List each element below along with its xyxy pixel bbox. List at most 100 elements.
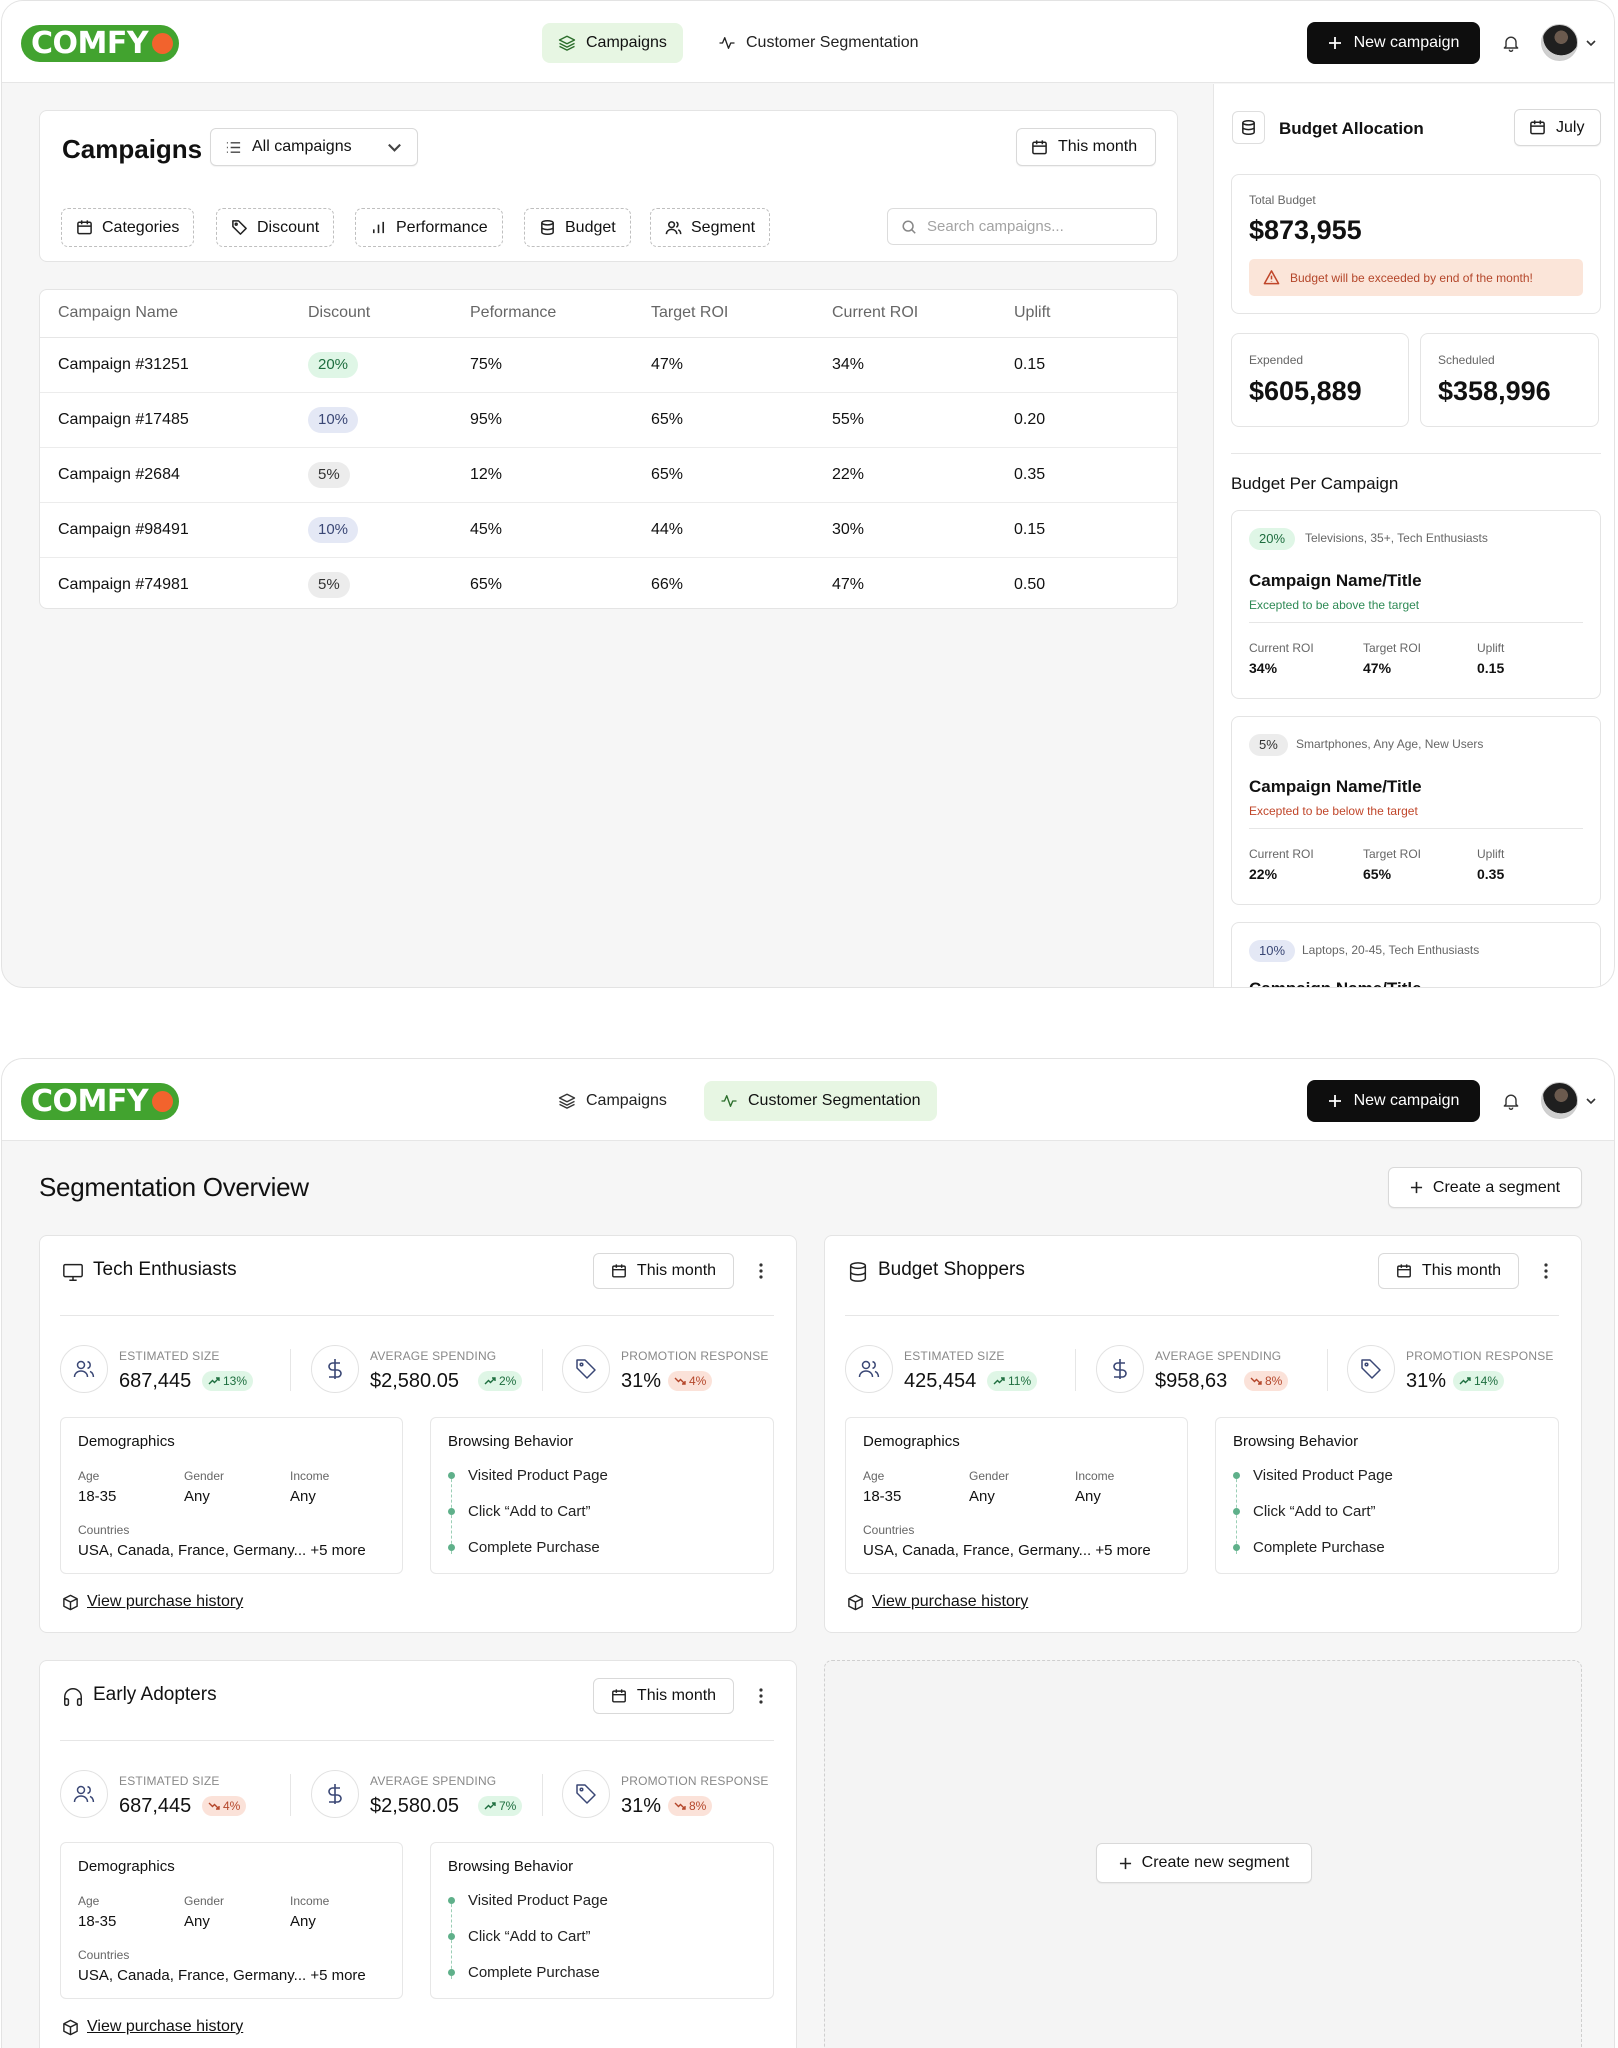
more-vertical-icon[interactable] — [1543, 1262, 1549, 1280]
nav-customer-segmentation[interactable]: Customer Segmentation — [702, 23, 935, 63]
chip-budget[interactable]: Budget — [524, 208, 631, 247]
metric-value: 425,454 — [904, 1370, 977, 1392]
metric-promotion-response: PROMOTION RESPONSE 31% 8% — [562, 1766, 782, 1822]
dollar-icon-circle — [1096, 1345, 1144, 1393]
chip-discount[interactable]: Discount — [216, 208, 335, 247]
uplift-value: 0.35 — [1477, 866, 1505, 882]
users-icon — [73, 1360, 95, 1378]
comfy-logo[interactable]: COMFY — [21, 1083, 179, 1120]
trend-up-icon — [484, 1377, 496, 1385]
income-value: Any — [290, 1488, 316, 1505]
comfy-logo[interactable]: COMFY — [21, 25, 179, 62]
metric-average-spending: AVERAGE SPENDING $2,580.05 2% — [311, 1341, 531, 1397]
campaign-note: Excepted to be above the target — [1249, 598, 1420, 612]
trend-down-icon — [1250, 1377, 1262, 1385]
total-budget-card: Total Budget $873,955 Budget will be exc… — [1231, 174, 1601, 314]
new-campaign-button[interactable]: New campaign — [1307, 22, 1480, 64]
segment-period-button[interactable]: This month — [593, 1678, 734, 1714]
campaigns-screen: COMFY Campaigns Customer Segmentation Ne… — [1, 0, 1615, 988]
view-purchase-history-link[interactable]: View purchase history — [847, 1593, 1028, 1611]
metric-value: 31% — [1406, 1370, 1447, 1392]
create-segment-button[interactable]: Create a segment — [1388, 1167, 1582, 1208]
user-avatar[interactable] — [1541, 1082, 1578, 1119]
segment-period-button[interactable]: This month — [593, 1253, 734, 1289]
nav-customer-segmentation[interactable]: Customer Segmentation — [704, 1081, 937, 1121]
chip-performance[interactable]: Performance — [355, 208, 503, 247]
table-row[interactable]: Campaign #31251 20% 75% 47% 34% 0.15 — [40, 338, 1177, 393]
trend-up-icon — [1459, 1377, 1471, 1385]
segmentation-screen: COMFY Campaigns Customer Segmentation Ne… — [1, 1058, 1615, 2048]
bell-icon[interactable] — [1501, 1091, 1521, 1111]
browsing-title: Browsing Behavior — [1233, 1433, 1359, 1450]
create-new-segment-button[interactable]: Create new segment — [1096, 1843, 1312, 1883]
user-avatar[interactable] — [1541, 24, 1578, 61]
bell-icon[interactable] — [1501, 33, 1521, 53]
column-header[interactable]: Discount — [308, 304, 370, 322]
tag-icon-circle — [562, 1345, 610, 1393]
table-row[interactable]: Campaign #2684 5% 12% 65% 22% 0.35 — [40, 448, 1177, 503]
chevron-down-icon[interactable] — [1585, 1095, 1597, 1107]
budget-campaign-card[interactable]: 20% Televisions, 35+, Tech Enthusiasts C… — [1231, 510, 1601, 699]
chevron-down-icon[interactable] — [1585, 37, 1597, 49]
delta-value: 8% — [689, 1799, 707, 1813]
tag-icon-circle — [1347, 1345, 1395, 1393]
package-icon — [63, 1594, 78, 1610]
nav-campaigns[interactable]: Campaigns — [542, 23, 683, 63]
package-icon — [63, 2019, 78, 2035]
more-vertical-icon[interactable] — [758, 1262, 764, 1280]
budget-campaign-card[interactable]: 10% Laptops, 20-45, Tech Enthusiasts Cam… — [1231, 922, 1601, 987]
chip-label: Budget — [565, 218, 616, 236]
budget-month-button[interactable]: July — [1514, 109, 1601, 146]
discount-badge: 10% — [1249, 940, 1296, 962]
campaign-tags: Laptops, 20-45, Tech Enthusiasts — [1302, 943, 1480, 957]
nav-segmentation-label: Customer Segmentation — [748, 1092, 921, 1109]
new-campaign-button[interactable]: New campaign — [1307, 1080, 1480, 1122]
column-header[interactable]: Peformance — [470, 304, 556, 322]
current-roi-value: 22% — [832, 466, 865, 483]
campaign-filter-select[interactable]: All campaigns — [210, 128, 418, 166]
table-row[interactable]: Campaign #17485 10% 95% 65% 55% 0.20 — [40, 393, 1177, 448]
chip-categories[interactable]: Categories — [61, 208, 195, 247]
calendar-icon — [611, 1689, 626, 1703]
step-dot — [1233, 1544, 1240, 1551]
view-purchase-history-link[interactable]: View purchase history — [62, 2018, 243, 2036]
trend-down-icon — [674, 1377, 686, 1385]
current-roi-value: 34% — [832, 356, 865, 373]
more-vertical-icon[interactable] — [758, 1687, 764, 1705]
demographics-box: Demographics Age 18-35 Gender Any Income… — [60, 1842, 403, 1999]
trend-down-icon — [674, 1802, 686, 1810]
campaign-title: Campaign Name/Title — [1249, 777, 1422, 796]
budget-campaign-card[interactable]: 5% Smartphones, Any Age, New Users Campa… — [1231, 716, 1601, 905]
metric-label: AVERAGE SPENDING — [370, 1774, 497, 1788]
delta-value: 7% — [499, 1799, 517, 1813]
chip-segment[interactable]: Segment — [650, 208, 771, 247]
table-row[interactable]: Campaign #98491 10% 45% 44% 30% 0.15 — [40, 503, 1177, 558]
tag-icon — [576, 1784, 596, 1804]
delta-value: 14% — [1474, 1374, 1499, 1388]
divider — [290, 1774, 291, 1816]
column-header[interactable]: Current ROI — [832, 304, 918, 322]
segment-period-button[interactable]: This month — [1378, 1253, 1519, 1289]
delta-value: 13% — [223, 1374, 248, 1388]
search-campaigns-input[interactable]: Search campaigns... — [887, 208, 1157, 245]
period-button[interactable]: This month — [1016, 128, 1156, 166]
package-icon — [848, 1594, 863, 1610]
divider — [60, 1740, 774, 1741]
income-label: Income — [290, 1894, 330, 1908]
view-purchase-history-link[interactable]: View purchase history — [62, 1593, 243, 1611]
column-header[interactable]: Target ROI — [651, 304, 728, 322]
search-icon — [902, 219, 916, 234]
table-row[interactable]: Campaign #74981 5% 65% 66% 47% 0.50 — [40, 558, 1177, 613]
step-dot — [448, 1508, 455, 1515]
segment-card-budget-shoppers: Budget Shoppers This month ESTIMATED SIZ… — [824, 1235, 1582, 1633]
uplift-label: Uplift — [1477, 641, 1505, 655]
column-header[interactable]: Campaign Name — [58, 304, 178, 322]
metric-value: $2,580.05 — [370, 1795, 459, 1817]
chevron-down-icon — [388, 143, 401, 152]
target-roi-value: 65% — [651, 411, 684, 428]
logo-text: COMFY — [31, 1084, 149, 1119]
column-header[interactable]: Uplift — [1014, 304, 1050, 322]
nav-campaigns[interactable]: Campaigns — [542, 1081, 683, 1121]
demographics-box: Demographics Age 18-35 Gender Any Income… — [60, 1417, 403, 1574]
delta-value: 8% — [1265, 1374, 1283, 1388]
